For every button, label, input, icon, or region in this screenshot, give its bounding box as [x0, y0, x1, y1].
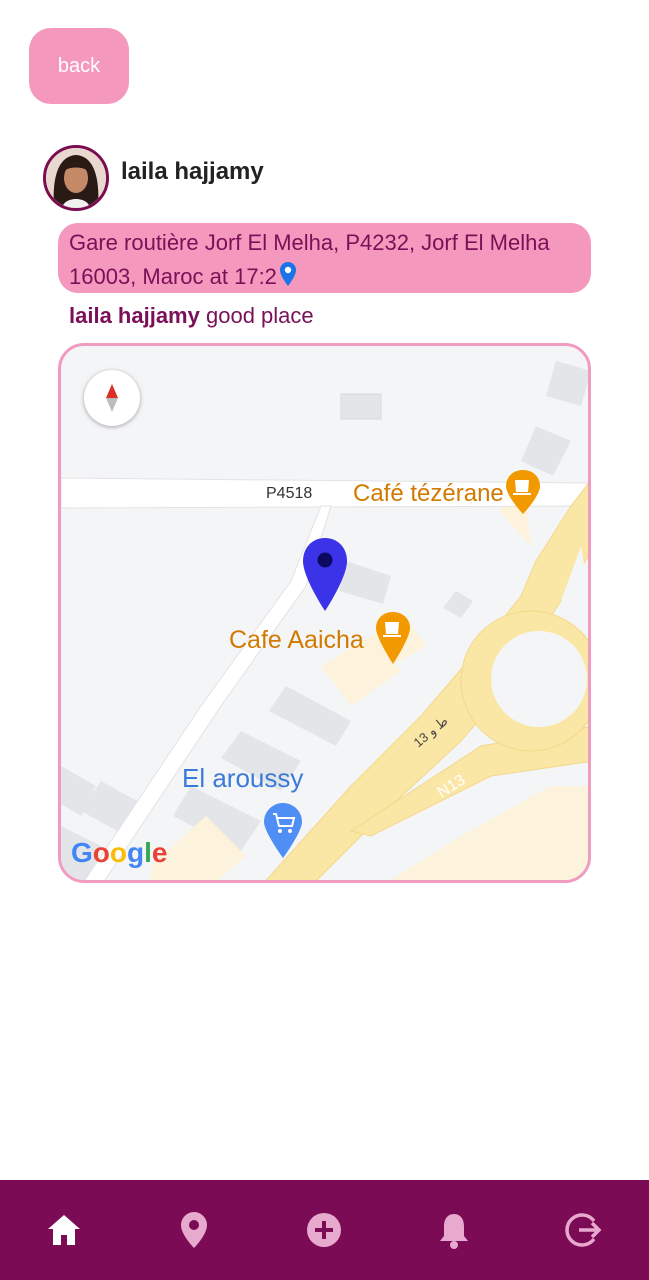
post-username: laila hajjamy: [121, 158, 264, 185]
road-label-p4518: P4518: [266, 485, 313, 502]
map-canvas: [61, 361, 588, 880]
home-icon: [48, 1215, 80, 1245]
compass-button[interactable]: [84, 370, 140, 426]
google-logo: Google: [71, 837, 168, 868]
bottom-nav: [0, 1180, 649, 1280]
place-el-aroussy[interactable]: El aroussy: [182, 763, 303, 794]
comment-text: good place: [205, 303, 314, 328]
address-text: Gare routière Jorf El Melha, P4232, Jorf…: [69, 230, 550, 289]
logout-icon: [565, 1213, 602, 1247]
location-pin-icon: [279, 261, 297, 297]
compass-icon: [106, 384, 118, 412]
comment-author: laila hajjamy: [69, 303, 200, 328]
place-cafe-tezerane[interactable]: Café tézérane: [353, 480, 504, 508]
bell-icon: [440, 1214, 468, 1249]
back-button[interactable]: back: [29, 28, 129, 104]
nav-notifications[interactable]: [432, 1208, 476, 1252]
avatar-photo: [46, 148, 106, 208]
nav-location[interactable]: [172, 1208, 216, 1252]
nav-add[interactable]: [302, 1208, 346, 1252]
nav-home[interactable]: [42, 1208, 86, 1252]
nav-logout[interactable]: [562, 1208, 606, 1252]
location-icon: [181, 1212, 207, 1248]
map-view[interactable]: P4518 Café tézérane Cafe Aaicha El arous…: [58, 343, 591, 883]
address-bubble: Gare routière Jorf El Melha, P4232, Jorf…: [58, 223, 591, 293]
place-cafe-aaicha[interactable]: Cafe Aaicha: [229, 626, 364, 655]
avatar[interactable]: [43, 145, 109, 211]
comment: laila hajjamy good place: [69, 303, 314, 329]
add-icon: [307, 1213, 341, 1247]
